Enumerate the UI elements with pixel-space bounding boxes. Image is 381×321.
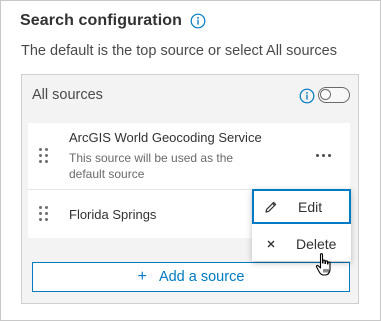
delete-label: Delete bbox=[296, 235, 337, 252]
list-item[interactable]: ArcGIS World Geocoding Service This sour… bbox=[28, 123, 350, 190]
ellipsis-icon[interactable] bbox=[311, 149, 335, 161]
all-sources-toggle[interactable] bbox=[318, 87, 350, 103]
search-configuration-panel: Search configuration The default is the … bbox=[0, 0, 381, 321]
toggle-knob bbox=[320, 89, 331, 100]
title-row: Search configuration bbox=[20, 12, 206, 30]
plus-icon: + bbox=[137, 268, 147, 285]
delete-menu-item[interactable]: Delete bbox=[252, 226, 351, 261]
edit-menu-item[interactable]: Edit bbox=[252, 189, 351, 224]
source-description: This source will be used as the default … bbox=[69, 151, 234, 181]
page-title: Search configuration bbox=[20, 12, 183, 29]
add-source-label: Add a source bbox=[158, 269, 245, 285]
context-menu: Edit Delete bbox=[252, 189, 351, 261]
drag-handle-icon[interactable] bbox=[39, 206, 49, 222]
close-icon bbox=[267, 240, 275, 247]
drag-handle-icon[interactable] bbox=[39, 148, 49, 164]
pencil-icon bbox=[265, 201, 277, 213]
source-name: Florida Springs bbox=[69, 207, 157, 222]
all-sources-label: All sources bbox=[32, 87, 103, 103]
hand-cursor-icon bbox=[315, 253, 331, 276]
info-icon[interactable] bbox=[190, 13, 206, 29]
add-source-button[interactable]: + Add a source bbox=[32, 262, 350, 292]
subtitle-text: The default is the top source or select … bbox=[21, 43, 337, 59]
source-name: ArcGIS World Geocoding Service bbox=[69, 130, 262, 145]
info-icon[interactable] bbox=[299, 88, 315, 104]
edit-label: Edit bbox=[298, 198, 323, 215]
